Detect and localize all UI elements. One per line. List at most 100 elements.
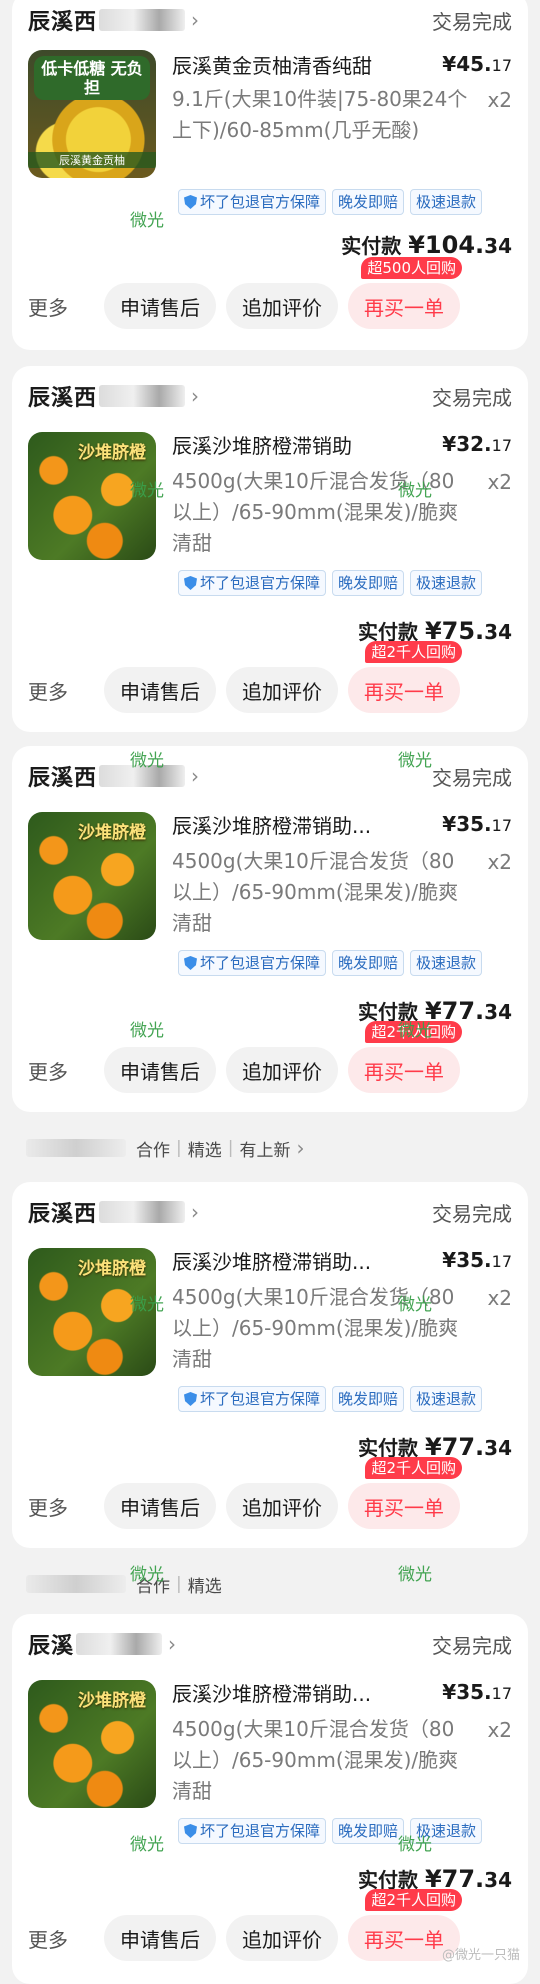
product-title[interactable]: 辰溪沙堆脐橙滞销助... xyxy=(172,1680,434,1708)
store-header[interactable]: 辰溪西 › 交易完成 xyxy=(28,2,512,38)
service-tags: 坏了包退官方保障 晚发即赔 极速退款 xyxy=(178,570,483,598)
store-recommend-bar[interactable]: 合作 | 精选 xyxy=(12,1562,528,1606)
after-sale-button[interactable]: 申请售后 xyxy=(104,1483,216,1529)
more-button[interactable]: 更多 xyxy=(28,676,104,705)
rec-item[interactable]: 精选 xyxy=(188,1572,222,1597)
tag-return-guarantee: 坏了包退官方保障 xyxy=(178,950,327,976)
product-image-caption: 辰溪黄金贡柚 xyxy=(28,152,156,168)
unit-price: ¥32.17 xyxy=(442,432,512,456)
rec-item[interactable]: 有上新 xyxy=(239,1136,290,1161)
more-button[interactable]: 更多 xyxy=(28,1492,104,1521)
unit-price: ¥35.17 xyxy=(442,812,512,836)
store-header[interactable]: 辰溪西 › 交易完成 xyxy=(28,378,512,414)
product-image[interactable]: 沙堆脐橙 xyxy=(28,1680,156,1808)
chevron-right-icon[interactable]: › xyxy=(191,1200,199,1224)
shield-check-icon xyxy=(184,1824,197,1838)
after-sale-button[interactable]: 申请售后 xyxy=(104,283,216,329)
rebuy-badge: 超2千人回购 xyxy=(365,641,462,663)
rebuy-badge: 超2千人回购 xyxy=(365,1021,462,1043)
store-recommend-bar[interactable]: 合作 | 精选 | 有上新 › xyxy=(12,1126,528,1170)
tag-fast-refund: 极速退款 xyxy=(410,189,483,215)
tag-return-guarantee: 坏了包退官方保障 xyxy=(178,570,327,596)
rebuy-button[interactable]: 再买一单 超2千人回购 xyxy=(348,641,462,713)
store-name-redacted xyxy=(76,1633,163,1655)
store-name[interactable]: 辰溪西 xyxy=(28,1196,97,1228)
rebuy-badge: 超500人回购 xyxy=(361,257,462,279)
order-card[interactable]: 辰溪西 › 交易完成 沙堆脐橙 辰溪沙堆脐橙滞销助... ¥35.17 4500… xyxy=(12,746,528,1112)
tag-late-delivery: 晚发即赔 xyxy=(332,950,405,976)
more-button[interactable]: 更多 xyxy=(28,1924,104,1953)
product-spec: 4500g(大果10斤混合发货（80以上）/65-90mm(混果发)/脆爽清甜 xyxy=(172,469,459,555)
product-image[interactable]: 低卡低糖 无负担 辰溪黄金贡柚 xyxy=(28,50,156,178)
product-spec: 4500g(大果10斤混合发货（80以上）/65-90mm(混果发)/脆爽清甜 xyxy=(172,1285,459,1371)
rec-item[interactable]: 合作 xyxy=(136,1136,170,1161)
tag-fast-refund: 极速退款 xyxy=(410,570,483,596)
tag-return-guarantee: 坏了包退官方保障 xyxy=(178,189,327,215)
order-card[interactable]: 辰溪西 › 交易完成 沙堆脐橙 辰溪沙堆脐橙滞销助... ¥35.17 4500… xyxy=(12,1182,528,1548)
rebuy-badge: 超2千人回购 xyxy=(365,1457,462,1479)
after-sale-button[interactable]: 申请售后 xyxy=(104,667,216,713)
add-review-button[interactable]: 追加评价 xyxy=(226,1915,338,1961)
chevron-right-icon[interactable]: › xyxy=(168,1632,176,1656)
product-image-banner: 沙堆脐橙 xyxy=(78,1259,146,1279)
rebuy-button[interactable]: 再买一单 超500人回购 xyxy=(348,257,462,329)
footer-watermark: @微光一只猫 xyxy=(441,1948,520,1963)
store-name-redacted xyxy=(99,1201,186,1223)
store-header[interactable]: 辰溪 › 交易完成 xyxy=(28,1626,512,1662)
quantity: x2 xyxy=(487,1286,512,1310)
product-image[interactable]: 沙堆脐橙 xyxy=(28,812,156,940)
product-image[interactable]: 沙堆脐橙 xyxy=(28,432,156,560)
tag-late-delivery: 晚发即赔 xyxy=(332,570,405,596)
add-review-button[interactable]: 追加评价 xyxy=(226,1047,338,1093)
service-tags: 坏了包退官方保障 晚发即赔 极速退款 xyxy=(178,950,483,978)
chevron-right-icon[interactable]: › xyxy=(191,8,199,32)
chevron-right-icon[interactable]: › xyxy=(191,764,199,788)
product-title[interactable]: 辰溪黄金贡柚清香纯甜 xyxy=(172,52,434,80)
after-sale-button[interactable]: 申请售后 xyxy=(104,1915,216,1961)
quantity: x2 xyxy=(487,470,512,494)
store-name[interactable]: 辰溪 xyxy=(28,1628,74,1660)
rec-item[interactable]: 精选 xyxy=(188,1136,222,1161)
add-review-button[interactable]: 追加评价 xyxy=(226,283,338,329)
order-card[interactable]: 辰溪 › 交易完成 沙堆脐橙 辰溪沙堆脐橙滞销助... ¥35.17 4500g… xyxy=(12,1614,528,1984)
product-image-banner: 沙堆脐橙 xyxy=(78,1691,146,1711)
store-header[interactable]: 辰溪西 › 交易完成 xyxy=(28,1194,512,1230)
more-button[interactable]: 更多 xyxy=(28,1056,104,1085)
rebuy-button[interactable]: 再买一单 超2千人回购 xyxy=(348,1457,462,1529)
shield-check-icon xyxy=(184,576,197,590)
order-card[interactable]: 辰溪西 › 交易完成 沙堆脐橙 辰溪沙堆脐橙滞销助 ¥32.17 4500g(大… xyxy=(12,366,528,732)
store-name[interactable]: 辰溪西 xyxy=(28,760,97,792)
product-image-banner: 沙堆脐橙 xyxy=(78,443,146,463)
tag-late-delivery: 晚发即赔 xyxy=(332,1386,405,1412)
chevron-right-icon[interactable]: › xyxy=(191,384,199,408)
shield-check-icon xyxy=(184,195,197,209)
store-name[interactable]: 辰溪西 xyxy=(28,380,97,412)
add-review-button[interactable]: 追加评价 xyxy=(226,667,338,713)
add-review-button[interactable]: 追加评价 xyxy=(226,1483,338,1529)
service-tags: 坏了包退官方保障 晚发即赔 极速退款 xyxy=(178,1818,483,1846)
after-sale-button[interactable]: 申请售后 xyxy=(104,1047,216,1093)
product-title[interactable]: 辰溪沙堆脐橙滞销助... xyxy=(172,812,434,840)
rebuy-button[interactable]: 再买一单 超2千人回购 xyxy=(348,1021,462,1093)
quantity: x2 xyxy=(487,1718,512,1742)
quantity: x2 xyxy=(487,850,512,874)
product-title[interactable]: 辰溪沙堆脐橙滞销助 xyxy=(172,432,434,460)
tag-fast-refund: 极速退款 xyxy=(410,1818,483,1844)
paid-amount: 实付款 ¥104.34 xyxy=(341,231,512,259)
tag-late-delivery: 晚发即赔 xyxy=(332,189,405,215)
unit-price: ¥35.17 xyxy=(442,1248,512,1272)
rec-item[interactable]: 合作 xyxy=(136,1572,170,1597)
chevron-right-icon[interactable]: › xyxy=(296,1136,304,1160)
store-name[interactable]: 辰溪西 xyxy=(28,4,97,36)
product-image[interactable]: 沙堆脐橙 xyxy=(28,1248,156,1376)
order-status: 交易完成 xyxy=(432,1201,512,1226)
tag-return-guarantee: 坏了包退官方保障 xyxy=(178,1818,327,1844)
store-header[interactable]: 辰溪西 › 交易完成 xyxy=(28,758,512,794)
store-name-redacted xyxy=(99,385,186,407)
quantity: x2 xyxy=(487,88,512,112)
product-image-banner: 低卡低糖 无负担 xyxy=(34,56,150,100)
rebuy-badge: 超2千人回购 xyxy=(365,1889,462,1911)
product-title[interactable]: 辰溪沙堆脐橙滞销助... xyxy=(172,1248,434,1276)
order-card[interactable]: 辰溪西 › 交易完成 低卡低糖 无负担 辰溪黄金贡柚 辰溪黄金贡柚清香纯甜 ¥4… xyxy=(12,0,528,350)
more-button[interactable]: 更多 xyxy=(28,292,104,321)
